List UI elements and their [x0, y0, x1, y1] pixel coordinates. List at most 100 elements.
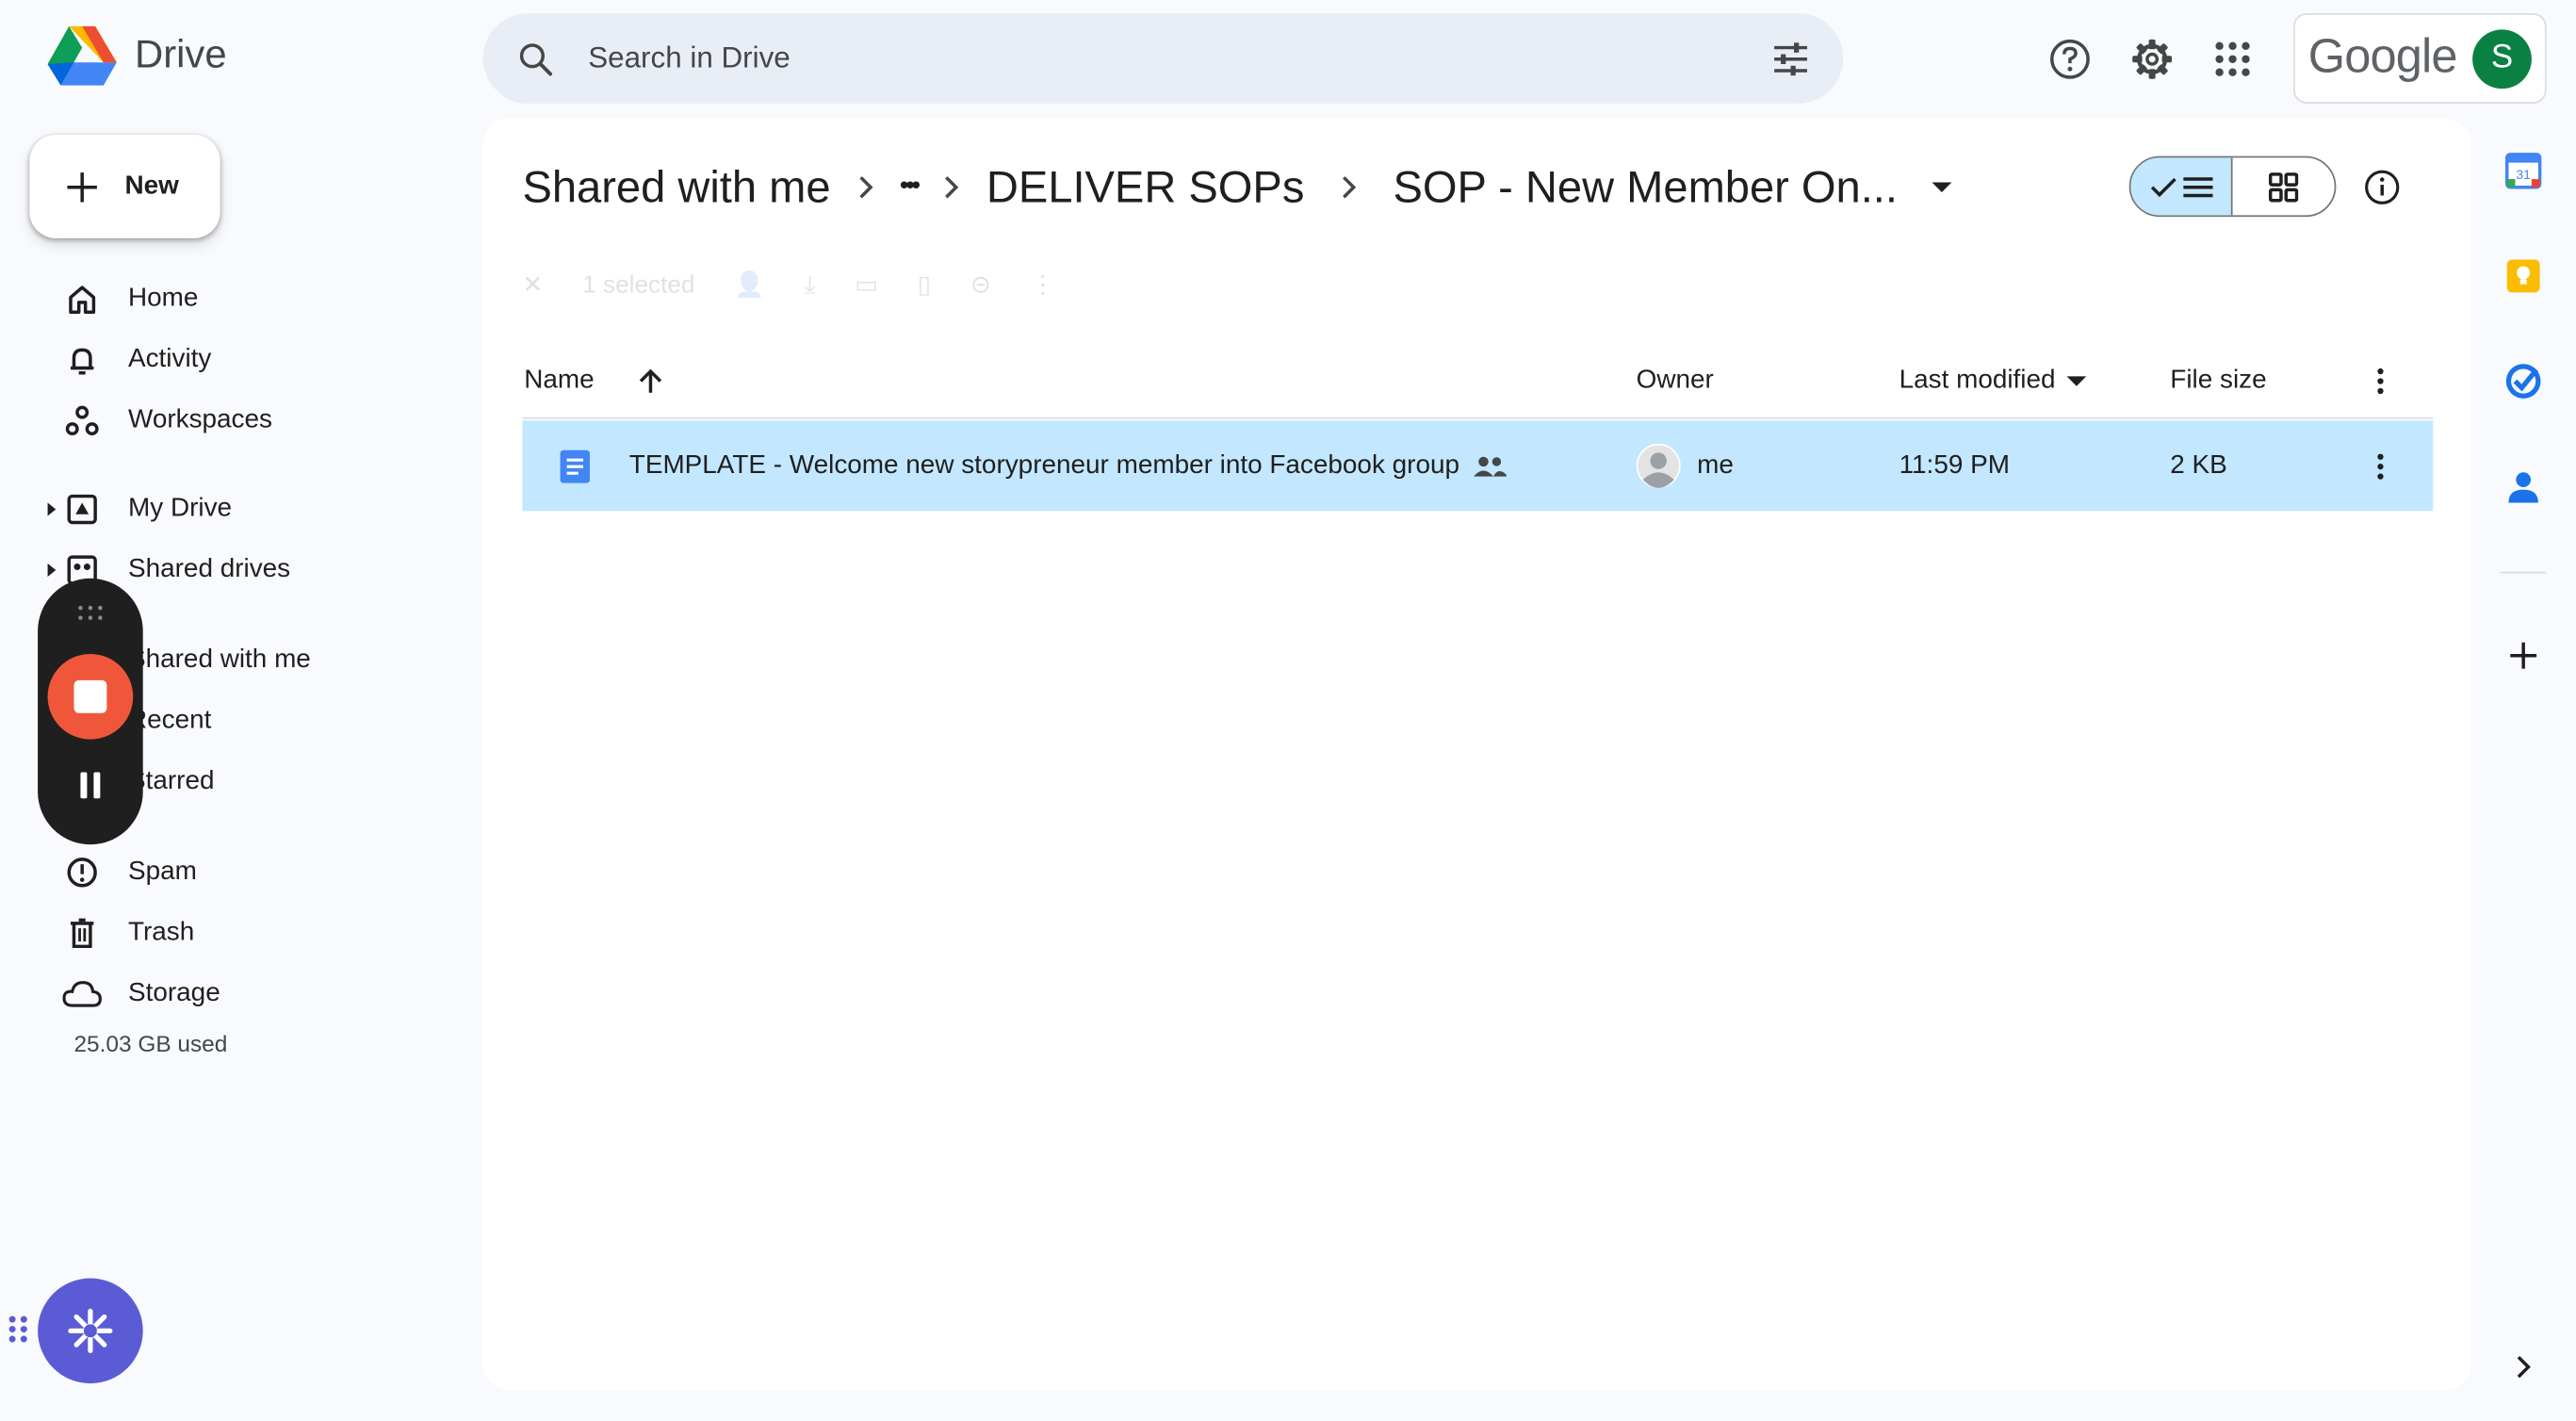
shared-people-icon — [1474, 455, 1508, 476]
breadcrumb-shared-with-me[interactable]: Shared with me — [522, 162, 830, 213]
breadcrumb: Shared with me ••• DELIVER SOPs SOP - Ne… — [522, 155, 1953, 220]
chevron-right-icon — [1342, 176, 1357, 199]
workspaces-icon — [65, 405, 99, 436]
more-icon[interactable]: ⋮ — [1031, 270, 1055, 300]
stop-recording-button[interactable] — [47, 653, 134, 740]
app-name: Drive — [134, 32, 227, 77]
check-icon — [2150, 176, 2176, 197]
search-input[interactable] — [588, 41, 1771, 76]
fab-drag-handle-icon[interactable] — [8, 1315, 28, 1344]
column-header-owner[interactable]: Owner — [1637, 362, 1714, 401]
my-drive-icon — [67, 494, 97, 525]
table-row[interactable]: TEMPLATE - Welcome new storypreneur memb… — [522, 420, 2434, 512]
info-icon[interactable] — [2349, 155, 2415, 220]
search-bar[interactable] — [482, 12, 1844, 104]
sidebar-item-home[interactable]: Home — [49, 272, 198, 325]
plus-icon — [67, 172, 97, 202]
drive-logo[interactable]: Drive — [46, 23, 227, 89]
move-icon[interactable]: ▭ — [855, 270, 878, 300]
chevron-right-icon — [858, 176, 872, 199]
selection-toolbar: ✕ 1 selected 👤 ⤓ ▭ ▯ ⊝ ⋮ — [522, 259, 1054, 308]
expand-caret-icon[interactable] — [46, 501, 59, 517]
breadcrumb-deliver-sops[interactable]: DELIVER SOPs — [986, 162, 1304, 213]
contacts-icon[interactable] — [2501, 464, 2547, 510]
sidebar-item-activity[interactable]: Activity — [49, 334, 211, 386]
spam-icon — [67, 858, 97, 888]
owner-name: me — [1697, 450, 1734, 480]
new-button[interactable]: New — [29, 134, 220, 238]
sidebar-item-label: Storage — [128, 979, 220, 1007]
sidebar-item-label: Shared drives — [128, 555, 291, 583]
sidebar-item-label: Shared with me — [128, 645, 311, 674]
tasks-icon[interactable] — [2501, 358, 2547, 404]
list-view-button[interactable] — [2130, 157, 2233, 216]
selected-count: 1 selected — [582, 270, 695, 299]
home-icon — [69, 286, 96, 315]
delete-icon[interactable]: ▯ — [918, 270, 931, 300]
account-switcher[interactable]: Google S — [2293, 12, 2547, 104]
recording-controls[interactable] — [38, 578, 143, 845]
link-icon[interactable]: ⊝ — [970, 270, 991, 300]
sidebar-item-my-drive[interactable]: My Drive — [46, 483, 233, 536]
sidebar-item-spam[interactable]: Spam — [49, 846, 197, 899]
assistant-fab[interactable] — [38, 1278, 143, 1384]
sidebar-item-label: Activity — [128, 345, 212, 373]
sidebar-item-storage[interactable]: Storage — [49, 968, 220, 1021]
column-header-file-size[interactable]: File size — [2170, 362, 2266, 401]
sidebar-item-label: Home — [128, 284, 199, 313]
caret-down-icon[interactable] — [1931, 181, 1953, 194]
close-icon[interactable]: ✕ — [522, 270, 543, 300]
row-more-icon[interactable] — [2372, 451, 2389, 481]
cloud-icon — [62, 981, 102, 1007]
bell-icon — [70, 348, 94, 375]
column-header-last-modified[interactable]: Last modified — [1899, 362, 2087, 401]
new-button-label: New — [124, 172, 179, 200]
sidebar-item-label: Workspaces — [128, 405, 272, 434]
svg-text:31: 31 — [2516, 167, 2531, 182]
expand-caret-icon[interactable] — [46, 562, 59, 578]
chevron-right-icon — [945, 176, 959, 199]
sparkle-icon — [68, 1308, 113, 1353]
sidebar-item-label: My Drive — [128, 494, 233, 523]
avatar[interactable]: S — [2472, 28, 2532, 89]
storage-used-text: 25.03 GB used — [73, 1030, 228, 1057]
column-header-name[interactable]: Name — [524, 362, 661, 401]
gear-icon[interactable] — [2119, 26, 2185, 92]
sort-arrow-up-icon[interactable] — [639, 368, 661, 395]
list-icon — [2182, 176, 2212, 197]
sidebar-item-workspaces[interactable]: Workspaces — [49, 394, 272, 447]
column-options-icon[interactable] — [2372, 362, 2389, 401]
sidebar-item-label: Trash — [128, 918, 195, 947]
search-icon[interactable] — [515, 39, 555, 78]
owner-cell: me — [1636, 443, 1734, 488]
sidebar-item-label: Spam — [128, 858, 197, 886]
grid-icon — [2268, 172, 2299, 202]
calendar-icon[interactable]: 31 — [2501, 148, 2547, 194]
last-modified-cell: 11:59 PM — [1899, 450, 2010, 480]
caret-down-icon — [2066, 375, 2087, 385]
apps-grid-icon[interactable] — [2200, 26, 2266, 92]
pause-icon[interactable] — [79, 772, 102, 799]
add-addon-icon[interactable] — [2501, 632, 2547, 678]
search-options-icon[interactable] — [1771, 39, 1811, 78]
help-icon[interactable] — [2037, 26, 2103, 92]
google-brand: Google — [2307, 31, 2458, 84]
file-size-cell: 2 KB — [2170, 450, 2227, 480]
trash-icon — [70, 918, 94, 949]
keep-icon[interactable] — [2501, 253, 2547, 300]
chevron-right-icon[interactable] — [2501, 1344, 2547, 1390]
rail-divider — [2500, 571, 2547, 574]
share-icon[interactable]: 👤 — [734, 270, 765, 300]
breadcrumb-more[interactable]: ••• — [900, 172, 921, 202]
file-name[interactable]: TEMPLATE - Welcome new storypreneur memb… — [629, 451, 1508, 481]
download-icon[interactable]: ⤓ — [805, 270, 816, 299]
view-toggle[interactable] — [2128, 155, 2337, 218]
grid-view-button[interactable] — [2233, 157, 2335, 215]
breadcrumb-current-folder[interactable]: SOP - New Member On... — [1394, 162, 1898, 213]
drag-handle-icon[interactable] — [77, 605, 104, 621]
google-doc-icon — [559, 448, 592, 483]
stop-icon — [73, 679, 107, 713]
sidebar-item-trash[interactable]: Trash — [49, 906, 194, 959]
user-avatar-icon — [1636, 443, 1681, 488]
main-content-panel — [482, 118, 2471, 1391]
